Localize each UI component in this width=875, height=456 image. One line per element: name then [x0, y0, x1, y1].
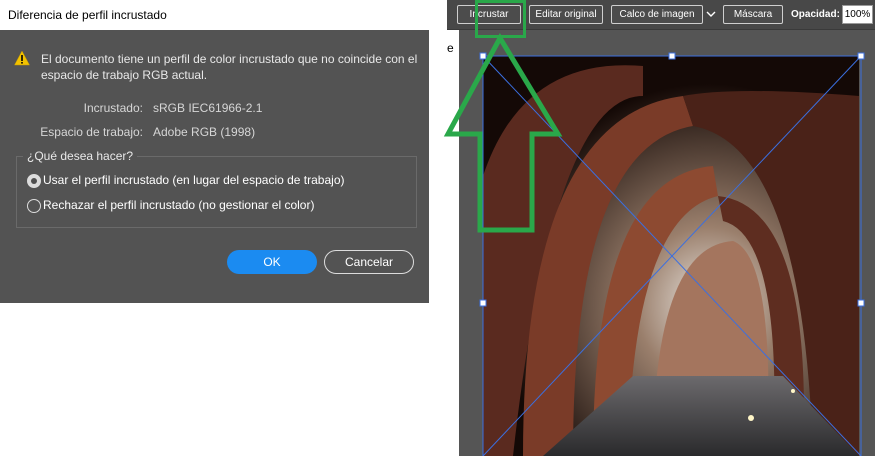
workspace-value: Adobe RGB (1998) — [153, 125, 256, 139]
up-arrow-annotation-icon — [443, 32, 563, 233]
image-trace-button[interactable]: Calco de imagen — [611, 5, 703, 24]
opacity-label: Opacidad: — [791, 9, 840, 20]
cancel-button[interactable]: Cancelar — [324, 250, 414, 274]
mask-button[interactable]: Máscara — [723, 5, 783, 24]
discard-embedded-radio[interactable] — [27, 199, 41, 213]
discard-embedded-option-label[interactable]: Rechazar el perfil incrustado (no gestio… — [43, 198, 314, 212]
workspace-label: Espacio de trabajo: — [40, 125, 143, 139]
embedded-profile-label: Incrustado: — [83, 101, 143, 115]
opacity-input[interactable]: 100% — [842, 5, 873, 24]
radio-selected-dot — [31, 178, 37, 184]
chevron-down-icon[interactable] — [705, 8, 717, 20]
profile-mismatch-dialog: Diferencia de perfil incrustado El docum… — [0, 0, 429, 303]
options-group — [16, 156, 417, 228]
ok-button[interactable]: OK — [227, 250, 317, 274]
edit-original-button[interactable]: Editar original — [529, 5, 603, 24]
dialog-title: Diferencia de perfil incrustado — [8, 8, 167, 22]
warning-icon — [14, 50, 30, 66]
dialog-message: El documento tiene un perfil de color in… — [41, 52, 418, 82]
options-question: ¿Qué desea hacer? — [23, 149, 138, 163]
dialog-titlebar: Diferencia de perfil incrustado — [0, 0, 429, 30]
embedded-profile-value: sRGB IEC61966-2.1 — [153, 101, 263, 115]
use-embedded-option-label[interactable]: Usar el perfil incrustado (en lugar del … — [43, 173, 345, 187]
